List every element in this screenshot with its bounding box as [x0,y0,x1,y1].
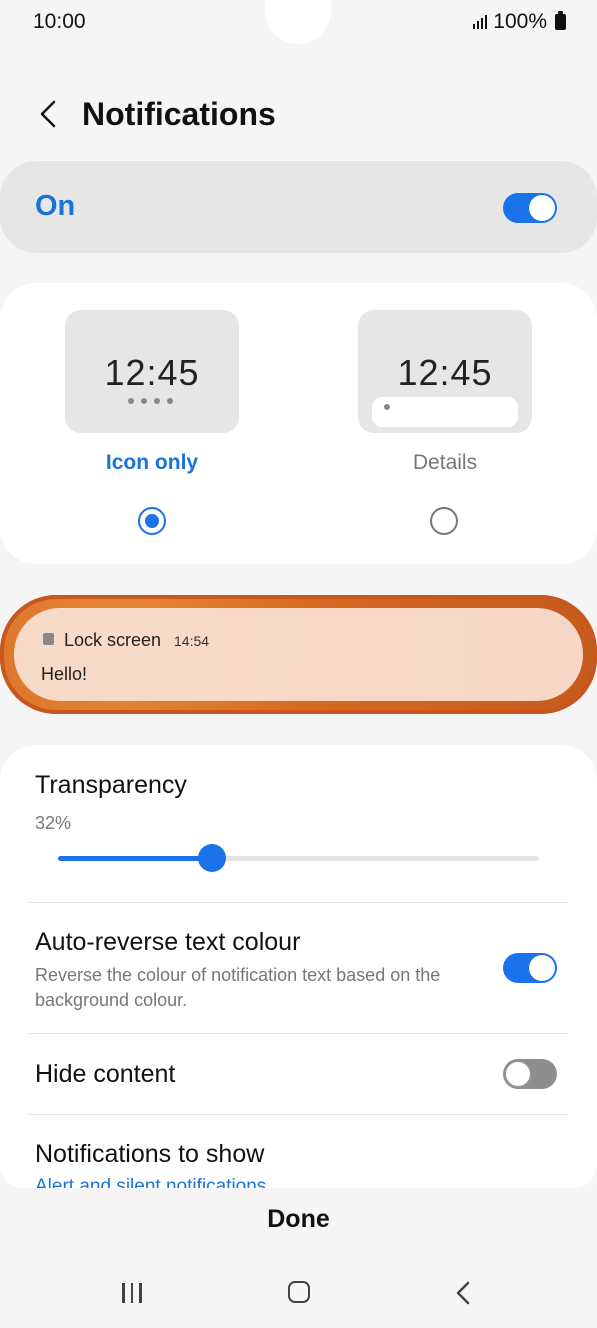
details-preview-dot [384,404,390,410]
master-switch-label: On [35,190,76,222]
camera-notch [265,0,331,44]
recents-icon[interactable] [122,1283,142,1303]
status-time: 10:00 [33,10,86,33]
nav-back-icon[interactable] [455,1280,471,1311]
icon-only-label[interactable]: Icon only [65,451,239,475]
battery-icon [555,11,566,30]
details-radio[interactable] [430,507,458,535]
divider [28,902,568,903]
transparency-slider-thumb[interactable] [197,844,226,872]
notification-message: Hello! [41,664,88,684]
master-switch-toggle[interactable] [503,193,557,223]
done-button[interactable]: Done [0,1205,597,1234]
details-preview-time: 12:45 [397,352,493,393]
notification-app-name: Lock screen [64,630,162,650]
battery-percentage: 100% [493,10,547,33]
divider [28,1114,568,1115]
hide-content-toggle[interactable] [503,1059,557,1089]
divider [28,1033,568,1034]
transparency-slider-fill [58,856,212,861]
notifications-to-show-value[interactable]: Alert and silent notifications [35,1176,266,1188]
icon-only-preview-dots [128,398,173,404]
notification-preview [14,608,583,701]
icon-only-preview-time: 12:45 [104,352,200,393]
auto-reverse-toggle[interactable] [503,953,557,983]
home-icon[interactable] [288,1281,310,1303]
toggle-knob [505,1061,531,1087]
page-title: Notifications [82,96,276,132]
details-preview-bar [372,397,518,427]
notification-time: 14:54 [174,633,210,649]
icon-only-radio[interactable] [138,507,166,535]
status-icons: 100% [473,10,566,34]
transparency-title: Transparency [35,771,187,799]
signal-icon [473,15,488,29]
hide-content-title[interactable]: Hide content [35,1060,175,1089]
notifications-to-show-title[interactable]: Notifications to show [35,1140,264,1169]
back-arrow-icon [40,100,56,128]
toggle-knob [529,195,555,221]
notifications-to-show-value-clip: Alert and silent notifications [0,1172,597,1188]
toggle-knob [529,955,555,981]
transparency-value: 32% [35,813,72,833]
lock-app-icon [43,633,54,645]
auto-reverse-subtitle: Reverse the colour of notification text … [35,965,441,1010]
back-button[interactable] [28,92,68,136]
details-label[interactable]: Details [358,451,532,475]
auto-reverse-title[interactable]: Auto-reverse text colour [35,928,300,957]
